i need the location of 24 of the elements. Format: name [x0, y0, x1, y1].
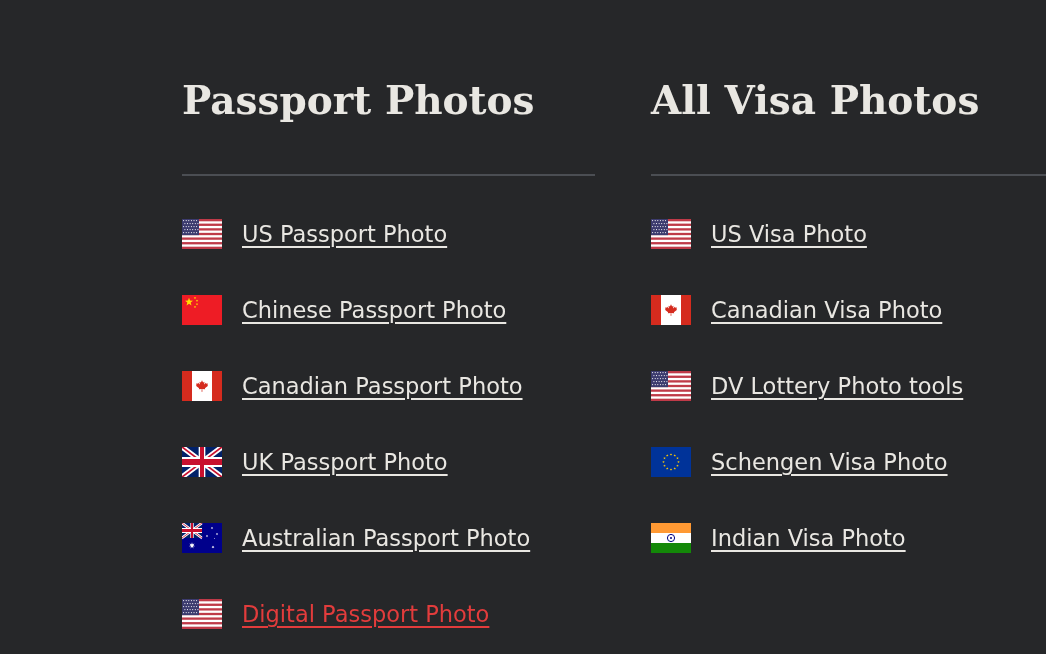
page-link[interactable]: Canadian Visa Photo	[711, 295, 943, 325]
page-link[interactable]: Canadian Passport Photo	[242, 371, 523, 401]
column-heading: Passport Photos	[182, 76, 536, 124]
australia-flag-icon	[182, 523, 222, 553]
page-link[interactable]: UK Passport Photo	[242, 447, 448, 477]
us-flag-icon	[651, 371, 691, 401]
china-flag-icon	[182, 295, 222, 325]
canada-flag-icon	[182, 371, 222, 401]
canada-flag-icon	[651, 295, 691, 325]
us-flag-icon	[182, 599, 222, 629]
page-link[interactable]: Indian Visa Photo	[711, 523, 906, 553]
uk-flag-icon	[182, 447, 222, 477]
column-heading: All Visa Photos	[651, 76, 981, 124]
us-flag-icon	[651, 219, 691, 249]
page-link[interactable]: Schengen Visa Photo	[711, 447, 948, 477]
eu-flag-icon	[651, 447, 691, 477]
page-link[interactable]: DV Lottery Photo tools	[711, 371, 964, 401]
page-link[interactable]: Chinese Passport Photo	[242, 295, 507, 325]
page-link[interactable]: US Visa Photo	[711, 219, 867, 249]
page-link[interactable]: US Passport Photo	[242, 219, 448, 249]
us-flag-icon	[182, 219, 222, 249]
page-link[interactable]: Digital Passport Photo	[242, 599, 490, 629]
page-link[interactable]: Australian Passport Photo	[242, 523, 531, 553]
india-flag-icon	[651, 523, 691, 553]
